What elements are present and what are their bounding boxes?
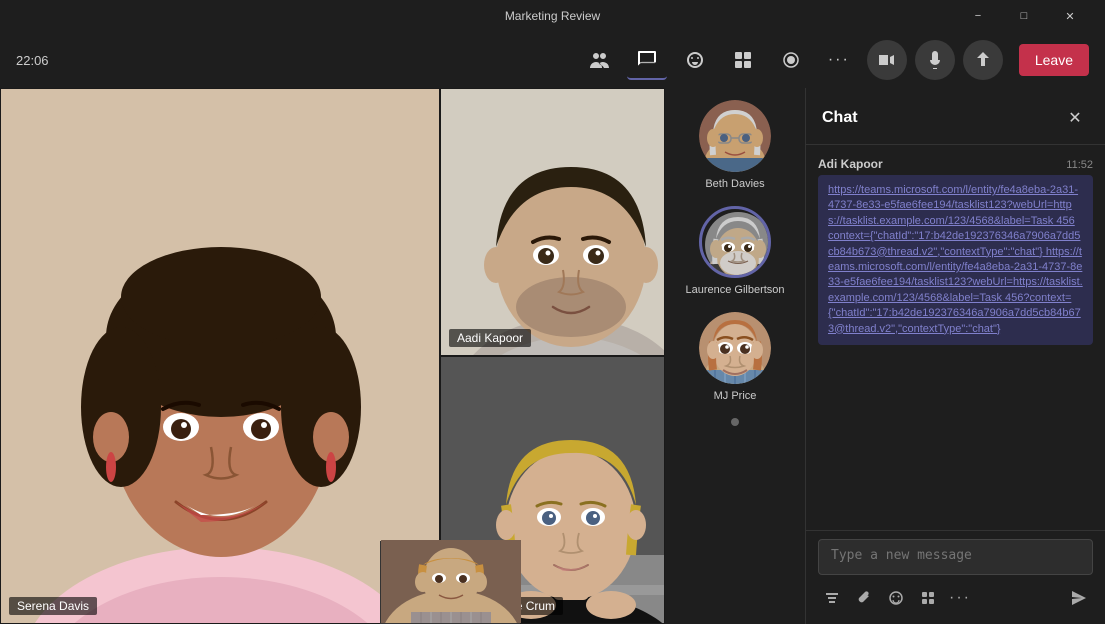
- chat-panel: Chat ✕ Adi Kapoor 11:52 https://teams.mi…: [805, 88, 1105, 624]
- chat-message-text[interactable]: https://teams.microsoft.com/l/entity/fe4…: [828, 184, 1083, 335]
- minimize-button[interactable]: −: [955, 0, 1001, 32]
- video-cell-serena: Serena Davis: [0, 88, 440, 624]
- avatar-laurence: [699, 206, 771, 278]
- record-button[interactable]: [771, 40, 811, 80]
- more-options-button[interactable]: ···: [819, 40, 859, 80]
- window-controls: − □ ✕: [955, 0, 1093, 32]
- chat-apps-button[interactable]: [914, 584, 942, 612]
- chat-toolbar: ···: [818, 580, 1093, 616]
- window-title: Marketing Review: [505, 9, 600, 23]
- maximize-button[interactable]: □: [1001, 0, 1047, 32]
- video-thumbnail-small: [380, 541, 520, 624]
- scroll-indicator: [731, 418, 739, 426]
- participant-strip: Beth Davies: [665, 88, 805, 624]
- avatar-beth: [699, 100, 771, 172]
- call-toolbar: 22:06 ···: [0, 32, 1105, 88]
- chat-timestamp: 11:52: [1066, 159, 1093, 171]
- chat-format-button[interactable]: [818, 584, 846, 612]
- chat-emoji-button[interactable]: [882, 584, 910, 612]
- chat-attach-button[interactable]: [850, 584, 878, 612]
- chat-input-area: ···: [806, 530, 1105, 624]
- chat-title: Chat: [822, 109, 858, 127]
- video-button[interactable]: [867, 40, 907, 80]
- chat-message-header: Adi Kapoor 11:52: [818, 157, 1093, 171]
- call-timer: 22:06: [16, 53, 49, 68]
- participant-name-laurence: Laurence Gilbertson: [685, 284, 784, 296]
- participant-name-beth: Beth Davies: [705, 178, 764, 190]
- chat-message: Adi Kapoor 11:52 https://teams.microsoft…: [818, 157, 1093, 345]
- chat-more-button[interactable]: ···: [946, 584, 974, 612]
- participants-button[interactable]: [579, 40, 619, 80]
- chat-messages[interactable]: Adi Kapoor 11:52 https://teams.microsoft…: [806, 145, 1105, 530]
- close-button[interactable]: ✕: [1047, 0, 1093, 32]
- participant-name-mj: MJ Price: [714, 390, 757, 402]
- chat-send-button[interactable]: [1065, 584, 1093, 612]
- chat-button[interactable]: [627, 40, 667, 80]
- participant-name-serena: Serena Davis: [9, 597, 97, 615]
- mic-button[interactable]: [915, 40, 955, 80]
- participant-beth[interactable]: Beth Davies: [699, 100, 771, 190]
- rooms-button[interactable]: [723, 40, 763, 80]
- participant-name-aadi: Aadi Kapoor: [449, 329, 531, 347]
- video-grid: Serena Davis: [0, 88, 665, 624]
- chat-sender: Adi Kapoor: [818, 157, 883, 171]
- participant-laurence[interactable]: Laurence Gilbertson: [685, 206, 784, 296]
- video-cell-aadi: Aadi Kapoor: [440, 88, 665, 356]
- main-content: Serena Davis: [0, 88, 1105, 624]
- chat-message-input[interactable]: [818, 539, 1093, 575]
- chat-close-button[interactable]: ✕: [1061, 104, 1089, 132]
- chat-bubble: https://teams.microsoft.com/l/entity/fe4…: [818, 175, 1093, 345]
- chat-header: Chat ✕: [806, 88, 1105, 145]
- avatar-mj: [699, 312, 771, 384]
- leave-button[interactable]: Leave: [1019, 44, 1089, 76]
- participant-mj[interactable]: MJ Price: [699, 312, 771, 402]
- share-button[interactable]: [963, 40, 1003, 80]
- title-bar: Marketing Review − □ ✕: [0, 0, 1105, 32]
- reactions-button[interactable]: [675, 40, 715, 80]
